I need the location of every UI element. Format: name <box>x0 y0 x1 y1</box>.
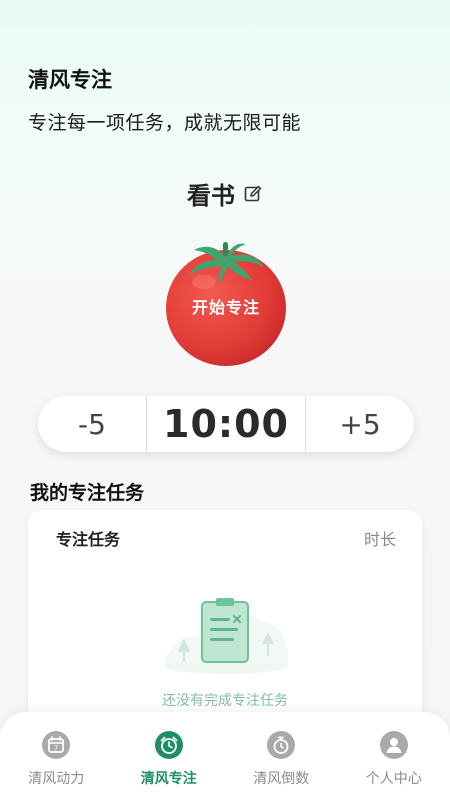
timer-adjuster: -5 10:00 +5 <box>38 396 414 452</box>
tab-label: 清风专注 <box>140 771 197 787</box>
tab-qingfeng-dongli[interactable]: 7 清风动力 <box>0 712 113 800</box>
app-subtitle: 专注每一项任务，成就无限可能 <box>28 112 302 134</box>
user-icon <box>379 731 408 759</box>
alarm-clock-icon <box>154 731 183 759</box>
timer-value: 10:00 <box>163 402 289 446</box>
tab-label: 清风倒数 <box>253 771 310 787</box>
svg-text:7: 7 <box>54 745 58 753</box>
edit-icon[interactable] <box>243 184 263 204</box>
start-focus-label: 开始专注 <box>191 298 260 317</box>
app-title: 清风专注 <box>28 68 112 92</box>
column-header-duration: 时长 <box>363 530 396 549</box>
bottom-tab-bar: 7 清风动力 清风专注 清风倒数 个人中心 <box>0 712 450 800</box>
start-focus-button[interactable]: 开始专注 <box>160 232 292 368</box>
task-name: 看书 <box>187 182 235 210</box>
calendar-icon: 7 <box>42 731 71 759</box>
empty-clipboard-icon <box>160 592 292 676</box>
column-header-task: 专注任务 <box>56 530 121 549</box>
empty-state-text: 还没有完成专注任务 <box>162 693 288 709</box>
tab-label: 清风动力 <box>28 771 85 787</box>
tab-personal-center[interactable]: 个人中心 <box>338 712 450 800</box>
tab-qingfeng-daoshu[interactable]: 清风倒数 <box>225 712 338 800</box>
decrease-time-button[interactable]: -5 <box>38 396 146 452</box>
tab-qingfeng-zhuanzhu[interactable]: 清风专注 <box>113 712 226 800</box>
task-list-header: 专注任务 时长 <box>28 510 422 550</box>
current-task: 看书 <box>0 176 450 211</box>
stopwatch-icon <box>267 731 296 759</box>
increase-time-button[interactable]: +5 <box>306 396 414 452</box>
tab-label: 个人中心 <box>365 771 422 787</box>
section-title: 我的专注任务 <box>30 482 145 504</box>
